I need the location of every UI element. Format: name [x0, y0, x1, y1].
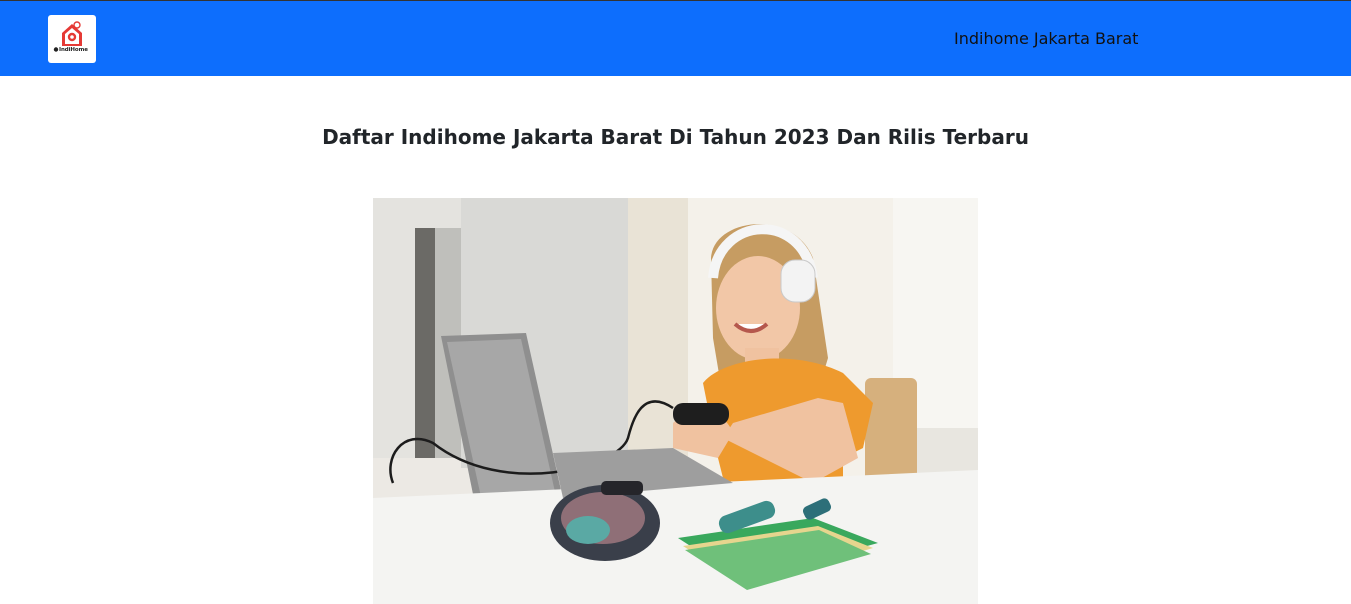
indihome-house-icon [53, 21, 82, 52]
nav-brand-link[interactable]: Indihome Jakarta Barat [954, 29, 1138, 48]
site-logo[interactable]: IndiHome [48, 15, 96, 63]
page-title: Daftar Indihome Jakarta Barat Di Tahun 2… [322, 125, 1029, 149]
logo-wordmark: IndiHome [59, 47, 88, 53]
navbar: IndiHome Indihome Jakarta Barat [0, 0, 1351, 76]
girl-with-headphones-gaming-image [373, 198, 978, 604]
